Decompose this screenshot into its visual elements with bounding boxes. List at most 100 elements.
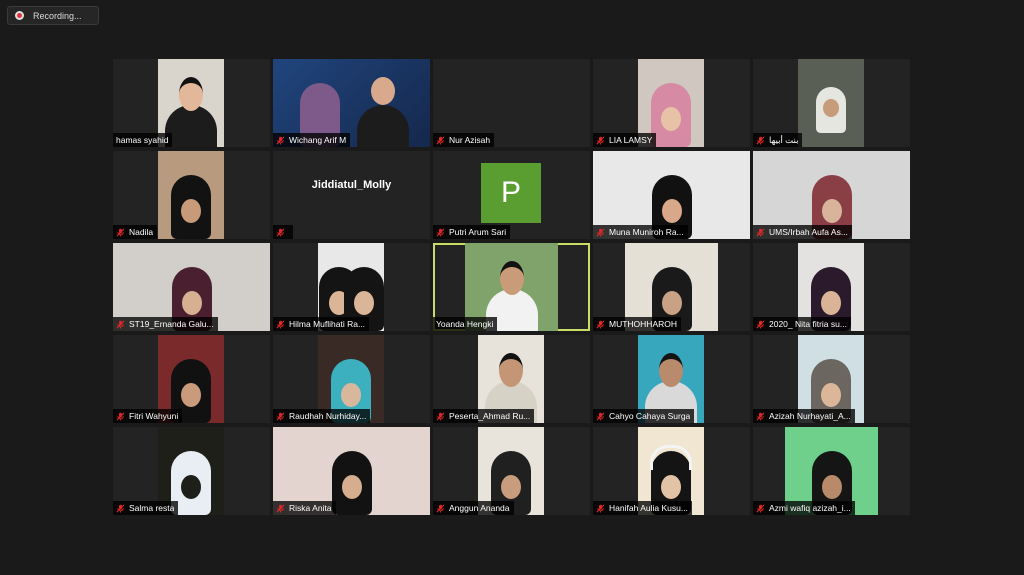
face — [181, 291, 202, 315]
participant-name: Riska Anita — [289, 503, 332, 513]
mic-muted-icon — [596, 136, 605, 145]
participant-name-bar: Raudhah Nurhiday... — [273, 409, 371, 423]
participant-tile[interactable]: Peserta_Ahmad Ru... — [433, 335, 590, 423]
mic-muted-icon — [596, 412, 605, 421]
mic-muted-icon — [276, 320, 285, 329]
participant-name: Putri Arum Sari — [449, 227, 507, 237]
participant-tile[interactable]: Jiddiatul_Molly — [273, 151, 430, 239]
mic-muted-icon — [756, 228, 765, 237]
gallery-grid: hamas syahid Wichang Arif M Nur Azisah LIA … — [113, 59, 910, 515]
participant-name-bar: Muna Muniroh Ra... — [593, 225, 688, 239]
participant-tile[interactable]: LIA LAMSY — [593, 59, 750, 147]
face — [661, 107, 681, 131]
participant-name-bar: MUTHOHHAROH — [593, 317, 681, 331]
person-figure — [816, 87, 846, 133]
mic-muted-icon — [276, 412, 285, 421]
participant-name: بنت أبيها — [769, 134, 799, 145]
participant-name: Hilma Muflihati Ra... — [289, 319, 366, 329]
participant-name-bar: Wichang Arif M — [273, 133, 351, 147]
participant-name: Azizah Nurhayati_A... — [769, 411, 851, 421]
participant-name-bar: 2020_ Nita fitria su... — [753, 317, 851, 331]
participant-name: Anggun Ananda — [449, 503, 510, 513]
participant-tile[interactable]: Raudhah Nurhiday... — [273, 335, 430, 423]
participant-tile[interactable]: Muna Muniroh Ra... — [593, 151, 750, 239]
person-figure — [356, 105, 409, 147]
participant-name-bar: Riska Anita — [273, 501, 336, 515]
participant-tile[interactable]: Hilma Muflihati Ra... — [273, 243, 430, 331]
participant-tile[interactable]: Hanifah Aulia Kusu... — [593, 427, 750, 515]
participant-name: Yoanda Hengki — [436, 319, 494, 329]
headphones-icon — [650, 445, 692, 470]
participant-name: ST19_Ernanda Galu... — [129, 319, 214, 329]
face — [821, 475, 842, 499]
participant-name: Hanifah Aulia Kusu... — [609, 503, 688, 513]
participant-tile[interactable]: hamas syahid — [113, 59, 270, 147]
participant-tile[interactable]: Cahyo Cahaya Surga — [593, 335, 750, 423]
participant-name: Wichang Arif M — [289, 135, 347, 145]
participant-tile[interactable]: Nadila — [113, 151, 270, 239]
participant-name-bar: Hanifah Aulia Kusu... — [593, 501, 692, 515]
participant-name: Azmi wafiq azizah_i... — [769, 503, 851, 513]
mic-muted-icon — [436, 504, 445, 513]
face — [659, 353, 683, 387]
participant-name-bar: Peserta_Ahmad Ru... — [433, 409, 535, 423]
participant-name-bar: بنت أبيها — [753, 133, 803, 147]
video-feed — [158, 151, 224, 239]
participant-tile[interactable]: Nur Azisah — [433, 59, 590, 147]
mic-muted-icon — [436, 136, 445, 145]
mic-muted-icon — [596, 320, 605, 329]
participant-tile[interactable]: ST19_Ernanda Galu... — [113, 243, 270, 331]
participant-tile[interactable]: Riska Anita — [273, 427, 430, 515]
face — [501, 475, 521, 499]
participant-tile[interactable]: UMS/Irbah Aufa As... — [753, 151, 910, 239]
participant-name: Nadila — [129, 227, 154, 237]
participant-name: hamas syahid — [116, 135, 169, 145]
participant-tile[interactable]: Wichang Arif M — [273, 59, 430, 147]
participant-tile[interactable]: بنت أبيها — [753, 59, 910, 147]
face — [181, 199, 201, 223]
participant-tile[interactable]: MUTHOHHAROH — [593, 243, 750, 331]
participant-tile[interactable]: Azizah Nurhayati_A... — [753, 335, 910, 423]
participant-name: LIA LAMSY — [609, 135, 653, 145]
participant-name: Nur Azisah — [449, 135, 491, 145]
face — [499, 353, 523, 387]
face — [821, 199, 842, 223]
participant-tile[interactable]: Salma resta — [113, 427, 270, 515]
face — [661, 291, 682, 315]
participant-tile[interactable]: Fitri Wahyuni — [113, 335, 270, 423]
participant-tile[interactable]: Yoanda Hengki — [433, 243, 590, 331]
participant-name-bar: UMS/Irbah Aufa As... — [753, 225, 852, 239]
participant-tile[interactable]: Anggun Ananda — [433, 427, 590, 515]
participant-name-bar: hamas syahid — [113, 133, 173, 147]
participant-name: Salma resta — [129, 503, 175, 513]
participant-tile[interactable]: 2020_ Nita fitria su... — [753, 243, 910, 331]
participant-name: MUTHOHHAROH — [609, 319, 677, 329]
face — [499, 261, 524, 295]
face — [181, 475, 201, 499]
mic-muted-icon — [116, 228, 125, 237]
recording-indicator[interactable]: Recording... — [7, 6, 99, 25]
face — [821, 291, 841, 315]
participant-name-bar: Salma resta — [113, 501, 179, 515]
person-figure — [171, 175, 211, 239]
mic-muted-icon — [756, 136, 765, 145]
face — [179, 77, 203, 111]
person-figure — [651, 83, 691, 147]
participant-tile[interactable]: P Putri Arum Sari — [433, 151, 590, 239]
face — [661, 199, 682, 223]
person-figure — [165, 105, 217, 147]
mic-muted-icon — [756, 412, 765, 421]
participant-name-bar: Fitri Wahyuni — [113, 409, 183, 423]
video-feed — [798, 59, 864, 147]
participant-tile[interactable]: Azmi wafiq azizah_i... — [753, 427, 910, 515]
person-figure — [370, 77, 395, 105]
face — [354, 291, 375, 315]
participant-name: 2020_ Nita fitria su... — [769, 319, 847, 329]
mic-muted-icon — [276, 136, 285, 145]
mic-muted-icon — [756, 320, 765, 329]
participant-name-bar: Nadila — [113, 225, 158, 239]
participant-name: Cahyo Cahaya Surga — [609, 411, 691, 421]
participant-display-name: Jiddiatul_Molly — [311, 179, 392, 191]
mic-muted-icon — [276, 504, 285, 513]
participant-name-bar: Putri Arum Sari — [433, 225, 511, 239]
